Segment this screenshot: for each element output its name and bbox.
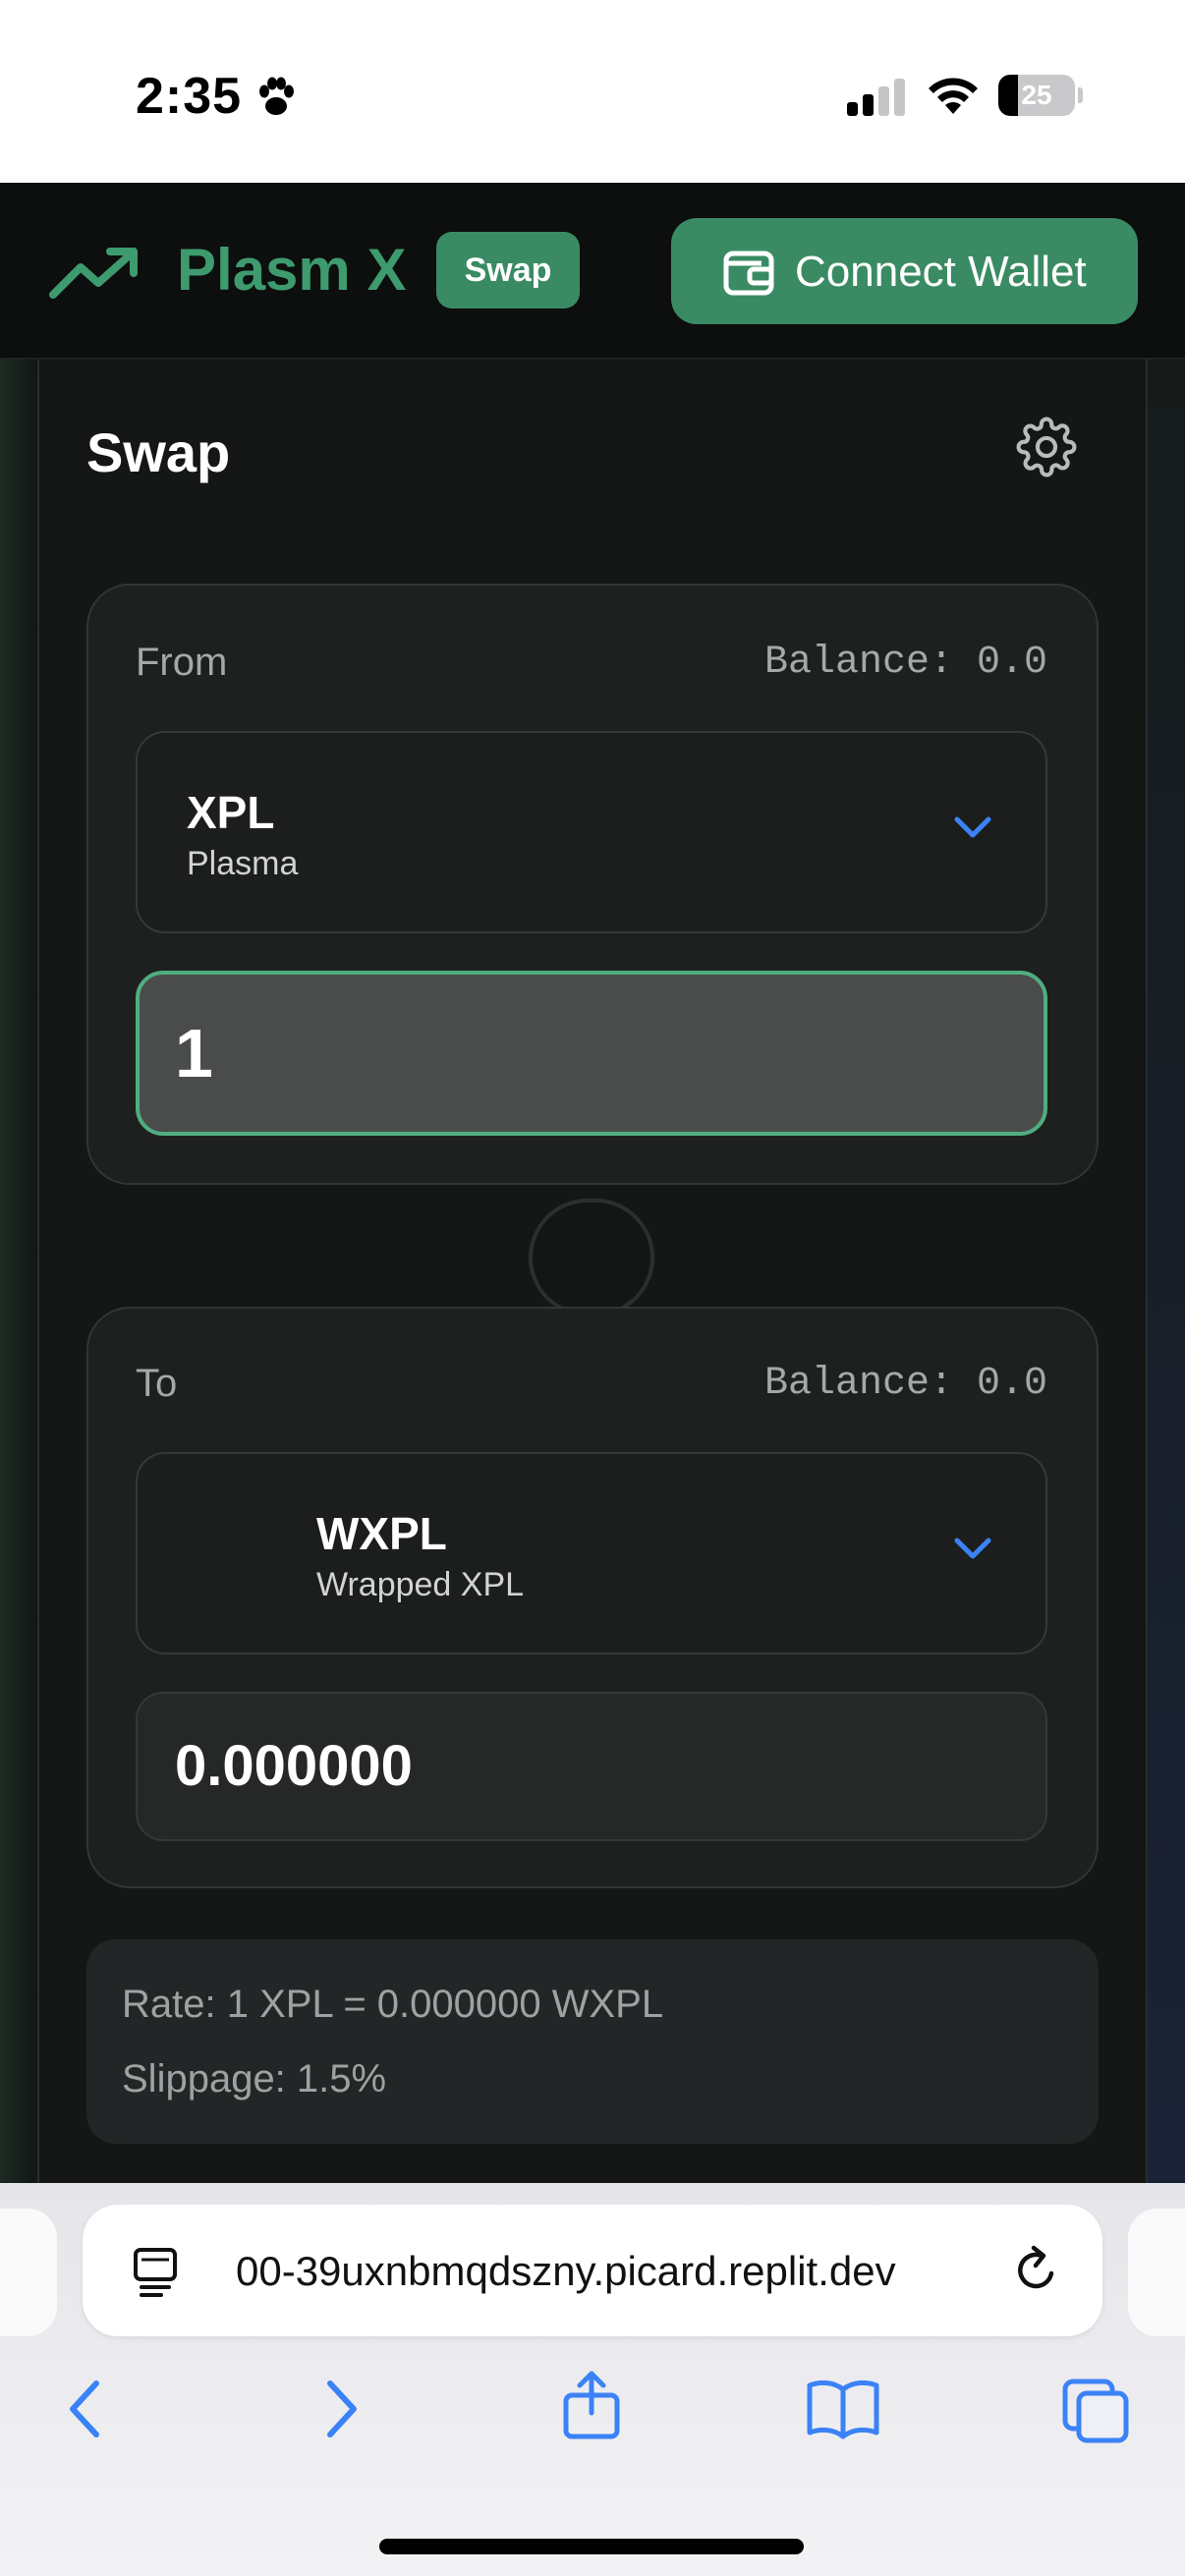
back-icon[interactable] bbox=[65, 2378, 104, 2440]
status-time: 2:35 bbox=[136, 68, 243, 125]
swap-info: Rate: 1 XPL = 0.000000 WXPL Slippage: 1.… bbox=[86, 1939, 1099, 2144]
from-token-symbol: XPL bbox=[187, 787, 275, 838]
wifi-icon bbox=[929, 78, 978, 114]
share-icon[interactable] bbox=[560, 2370, 623, 2440]
reload-icon[interactable] bbox=[1012, 2244, 1061, 2297]
from-label: From bbox=[136, 641, 228, 684]
switch-direction-button[interactable] bbox=[529, 1199, 654, 1316]
app-header: Plasm X Swap Connect Wallet bbox=[0, 183, 1185, 360]
to-token-symbol: WXPL bbox=[316, 1508, 447, 1559]
from-amount-input[interactable] bbox=[136, 971, 1047, 1136]
home-indicator bbox=[379, 2539, 804, 2554]
rate-text: Rate: 1 XPL = 0.000000 WXPL bbox=[122, 1983, 664, 2026]
battery-percent: 25 bbox=[1021, 80, 1052, 110]
wallet-icon bbox=[723, 251, 774, 296]
status-bar: 2:35 25 bbox=[0, 0, 1185, 183]
to-balance: Balance: 0.0 bbox=[763, 1362, 1047, 1406]
to-label: To bbox=[136, 1362, 178, 1405]
gear-icon[interactable] bbox=[1016, 417, 1077, 477]
background-right bbox=[1146, 360, 1185, 2183]
page-badge: Swap bbox=[436, 232, 580, 308]
forward-icon[interactable] bbox=[322, 2378, 362, 2440]
page-icon[interactable] bbox=[132, 2246, 179, 2297]
bookmarks-icon[interactable] bbox=[806, 2378, 880, 2440]
from-token-select[interactable]: XPL Plasma bbox=[136, 731, 1047, 933]
to-token-name: Wrapped XPL bbox=[316, 1566, 525, 1603]
trending-up-icon bbox=[49, 248, 138, 299]
connect-wallet-label: Connect Wallet bbox=[795, 248, 1087, 296]
chevron-down-icon bbox=[954, 1538, 991, 1559]
tabs-icon[interactable] bbox=[1061, 2378, 1132, 2444]
connect-wallet-button[interactable]: Connect Wallet bbox=[671, 218, 1138, 324]
previous-tab[interactable] bbox=[0, 2209, 57, 2336]
background-left bbox=[0, 360, 39, 2183]
paw-icon bbox=[259, 77, 294, 115]
slippage-text: Slippage: 1.5% bbox=[122, 2057, 387, 2100]
brand-name[interactable]: Plasm X bbox=[177, 236, 406, 304]
to-amount-output: 0.000000 bbox=[136, 1692, 1047, 1841]
browser-toolbar: 00-39uxnbmqdszny.picard.replit.dev bbox=[0, 2183, 1185, 2576]
from-balance: Balance: 0.0 bbox=[763, 641, 1047, 685]
battery-icon: 25 bbox=[998, 75, 1083, 116]
from-token-name: Plasma bbox=[187, 845, 299, 882]
to-token-select[interactable]: WXPL Wrapped XPL bbox=[136, 1452, 1047, 1654]
url-text: 00-39uxnbmqdszny.picard.replit.dev bbox=[236, 2248, 896, 2294]
cellular-signal-icon bbox=[847, 79, 905, 116]
chevron-down-icon bbox=[954, 816, 991, 838]
next-tab[interactable] bbox=[1128, 2209, 1185, 2336]
address-bar[interactable]: 00-39uxnbmqdszny.picard.replit.dev bbox=[83, 2205, 1102, 2336]
swap-title: Swap bbox=[86, 421, 231, 483]
